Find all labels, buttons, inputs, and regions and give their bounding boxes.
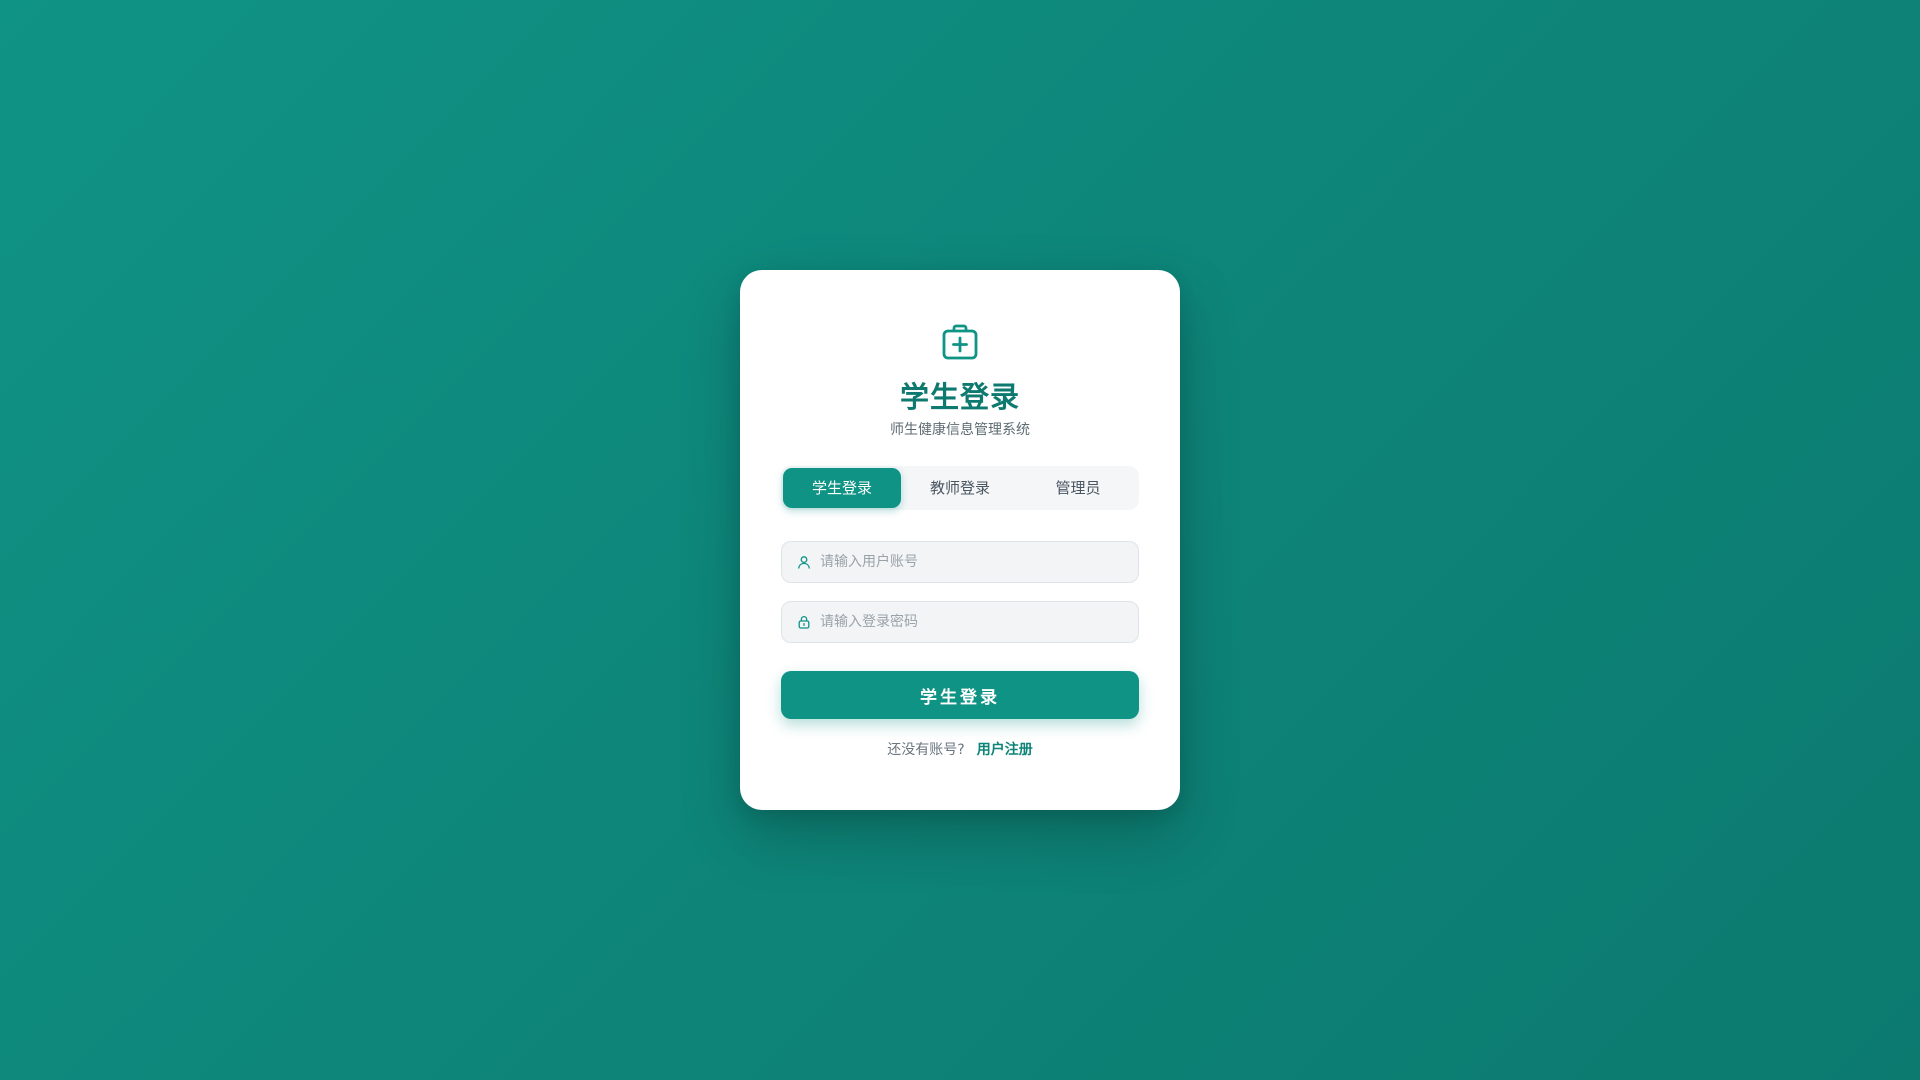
login-button[interactable]: 学生登录	[781, 671, 1139, 719]
system-subtitle: 师生健康信息管理系统	[890, 422, 1030, 438]
page-title: 学生登录	[899, 380, 1020, 414]
password-field[interactable]	[781, 601, 1139, 643]
register-prompt: 还没有账号?	[887, 742, 965, 758]
medical-kit-icon	[942, 324, 978, 360]
tab-student-login[interactable]: 学生登录	[783, 468, 901, 508]
login-card: 学生登录 师生健康信息管理系统 学生登录 教师登录 管理员 学生登录 还没有账号…	[740, 270, 1180, 810]
username-input[interactable]	[820, 542, 1138, 582]
user-icon	[798, 556, 810, 569]
register-row: 还没有账号? 用户注册	[740, 739, 1180, 759]
role-tabs: 学生登录 教师登录 管理员	[781, 466, 1139, 510]
lock-icon	[798, 616, 810, 629]
username-field[interactable]	[781, 541, 1139, 583]
tab-admin-login[interactable]: 管理员	[1019, 468, 1137, 508]
tab-teacher-login[interactable]: 教师登录	[901, 468, 1019, 508]
password-input[interactable]	[820, 602, 1138, 642]
register-link[interactable]: 用户注册	[977, 742, 1033, 758]
